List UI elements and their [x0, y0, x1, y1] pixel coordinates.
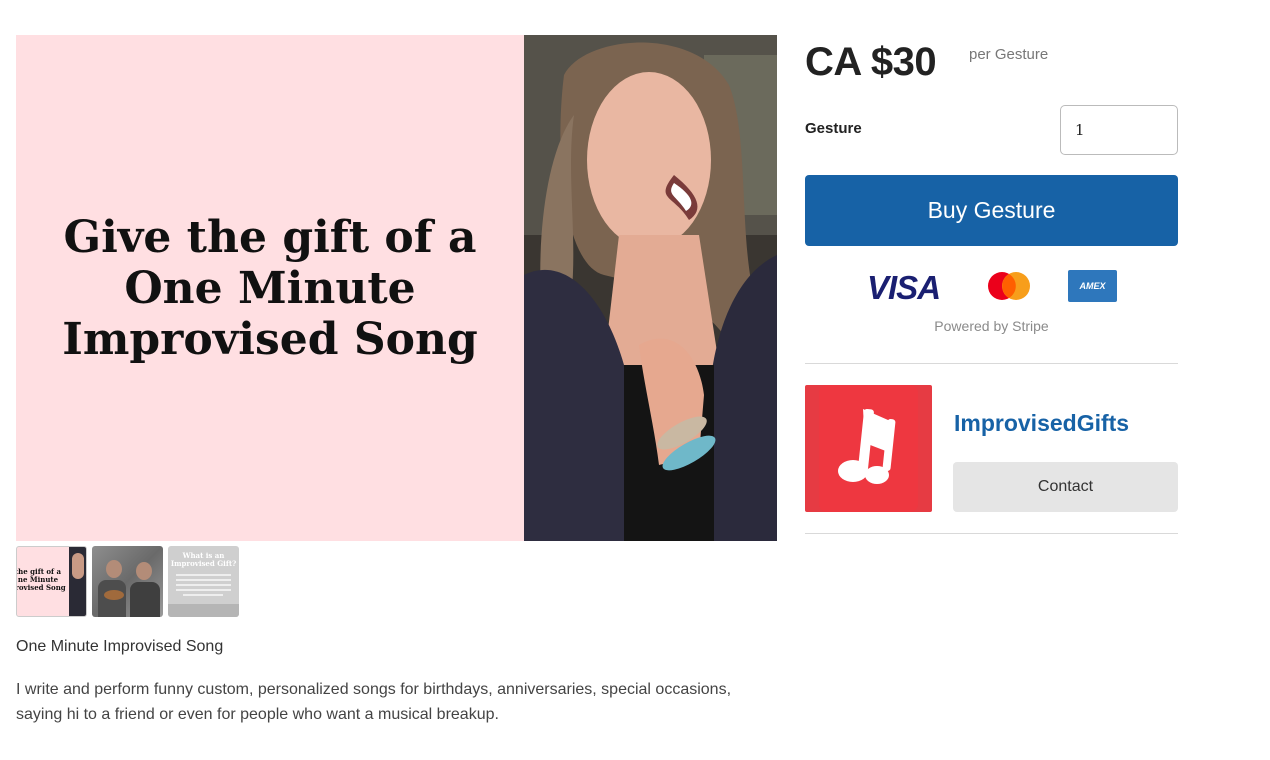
thumbnail-1-photo — [69, 547, 86, 616]
thumbnail-1[interactable]: the gift of a ne Minute provised Song — [16, 546, 87, 617]
hero-headline-line-1: Give the gift of a — [63, 211, 477, 263]
price-unit: per Gesture — [969, 46, 1049, 63]
quantity-label: Gesture — [805, 120, 862, 137]
divider — [805, 363, 1178, 364]
payment-methods: VISA AMEX — [805, 268, 1178, 308]
seller-logo[interactable] — [805, 385, 932, 512]
price: CA $30 — [805, 40, 937, 84]
amex-icon: AMEX — [1068, 270, 1117, 302]
mastercard-icon — [988, 272, 1030, 300]
thumbnail-strip: the gift of a ne Minute provised Song Wh… — [16, 546, 239, 617]
thumbnail-1-caption: the gift of a ne Minute provised Song — [17, 568, 73, 592]
hero-headline-line-3: Improvised Song — [62, 313, 478, 365]
thumbnail-3-title: What is an Improvised Gift? — [168, 552, 239, 568]
contact-button[interactable]: Contact — [953, 462, 1178, 512]
thumbnail-1-caption-line-3: provised Song — [17, 583, 66, 592]
thumbnail-3-title-line-2: Improvised Gift? — [170, 559, 237, 568]
product-name: One Minute Improvised Song — [16, 638, 224, 655]
divider — [805, 533, 1178, 534]
musician-face-1 — [106, 560, 122, 578]
product-description: I write and perform funny custom, person… — [16, 681, 732, 723]
visa-icon: VISA — [867, 269, 941, 306]
music-note-icon — [838, 408, 896, 484]
quantity-input[interactable] — [1060, 105, 1178, 155]
hero-headline: Give the gift of a One Minute Improvised… — [16, 35, 524, 541]
laughing-woman-photo — [524, 35, 777, 541]
thumbnail-2[interactable] — [92, 546, 163, 617]
buy-gesture-button[interactable]: Buy Gesture — [805, 175, 1178, 246]
thumbnail-3[interactable]: What is an Improvised Gift? — [168, 546, 239, 617]
musician-face-2 — [136, 562, 152, 580]
seller-name[interactable]: ImprovisedGifts — [954, 410, 1129, 437]
powered-by-stripe: Powered by Stripe — [934, 318, 1049, 334]
product-hero-image[interactable]: Give the gift of a One Minute Improvised… — [16, 35, 777, 541]
hero-headline-line-2: One Minute — [124, 262, 416, 314]
